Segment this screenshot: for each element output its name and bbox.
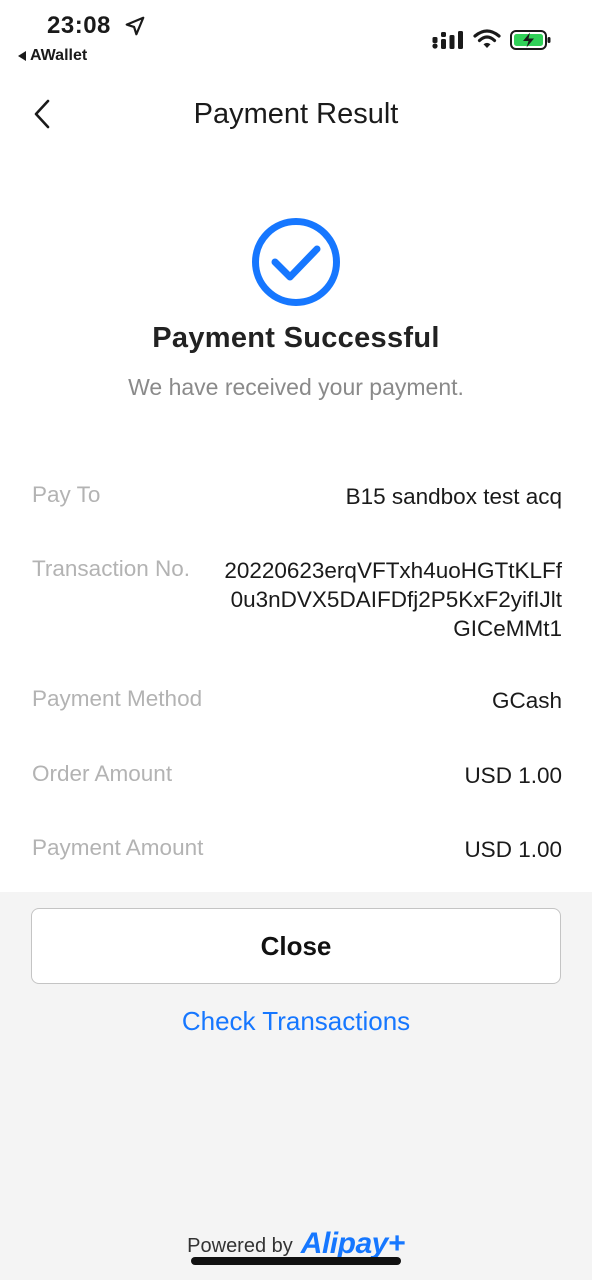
success-check-icon <box>252 218 340 306</box>
nav-bar: Payment Result <box>0 80 592 150</box>
result-subtitle: We have received your payment. <box>128 374 464 400</box>
detail-label: Order Amount <box>32 761 173 786</box>
detail-label: Transaction No. <box>32 556 190 581</box>
detail-label: Payment Amount <box>32 835 204 860</box>
detail-value: B15 sandbox test acq <box>345 484 562 509</box>
detail-label: Payment Method <box>32 686 203 711</box>
powered-by-text: Powered by <box>187 1235 293 1257</box>
detail-row-payment-amount: Payment Amount USD 1.00 <box>32 835 562 864</box>
result-title: Payment Successful <box>152 322 440 354</box>
status-bar: 23:08 AWallet <box>0 0 592 72</box>
check-transactions-link[interactable]: Check Transactions <box>0 1006 592 1037</box>
cellular-signal-icon <box>432 31 463 49</box>
page-title: Payment Result <box>193 98 399 130</box>
detail-value: USD 1.00 <box>464 837 562 862</box>
detail-value: GCash <box>491 688 562 713</box>
alipay-plus-logo: Alipay+ <box>300 1227 406 1260</box>
detail-row-pay-to: Pay To B15 sandbox test acq <box>32 482 562 511</box>
home-indicator <box>191 1257 401 1265</box>
wifi-icon <box>473 29 501 48</box>
back-triangle-icon <box>18 51 26 61</box>
detail-value: 20220623erqVFTxh4uoHGTtKLFf0u3nDVX5DAIFD… <box>224 558 562 641</box>
location-arrow-icon <box>125 16 145 36</box>
detail-row-payment-method: Payment Method GCash <box>32 686 562 715</box>
detail-row-transaction-no: Transaction No. 20220623erqVFTxh4uoHGTtK… <box>32 556 562 643</box>
detail-label: Pay To <box>32 482 101 507</box>
back-to-app-link[interactable]: AWallet <box>18 47 87 65</box>
status-time: 23:08 <box>47 12 111 39</box>
powered-by: Powered by Alipay+ <box>0 1228 592 1260</box>
battery-charging-icon <box>510 30 551 50</box>
back-app-label: AWallet <box>30 47 88 64</box>
close-button[interactable]: Close <box>31 908 561 984</box>
detail-value: USD 1.00 <box>464 763 562 788</box>
detail-row-order-amount: Order Amount USD 1.00 <box>32 761 562 790</box>
